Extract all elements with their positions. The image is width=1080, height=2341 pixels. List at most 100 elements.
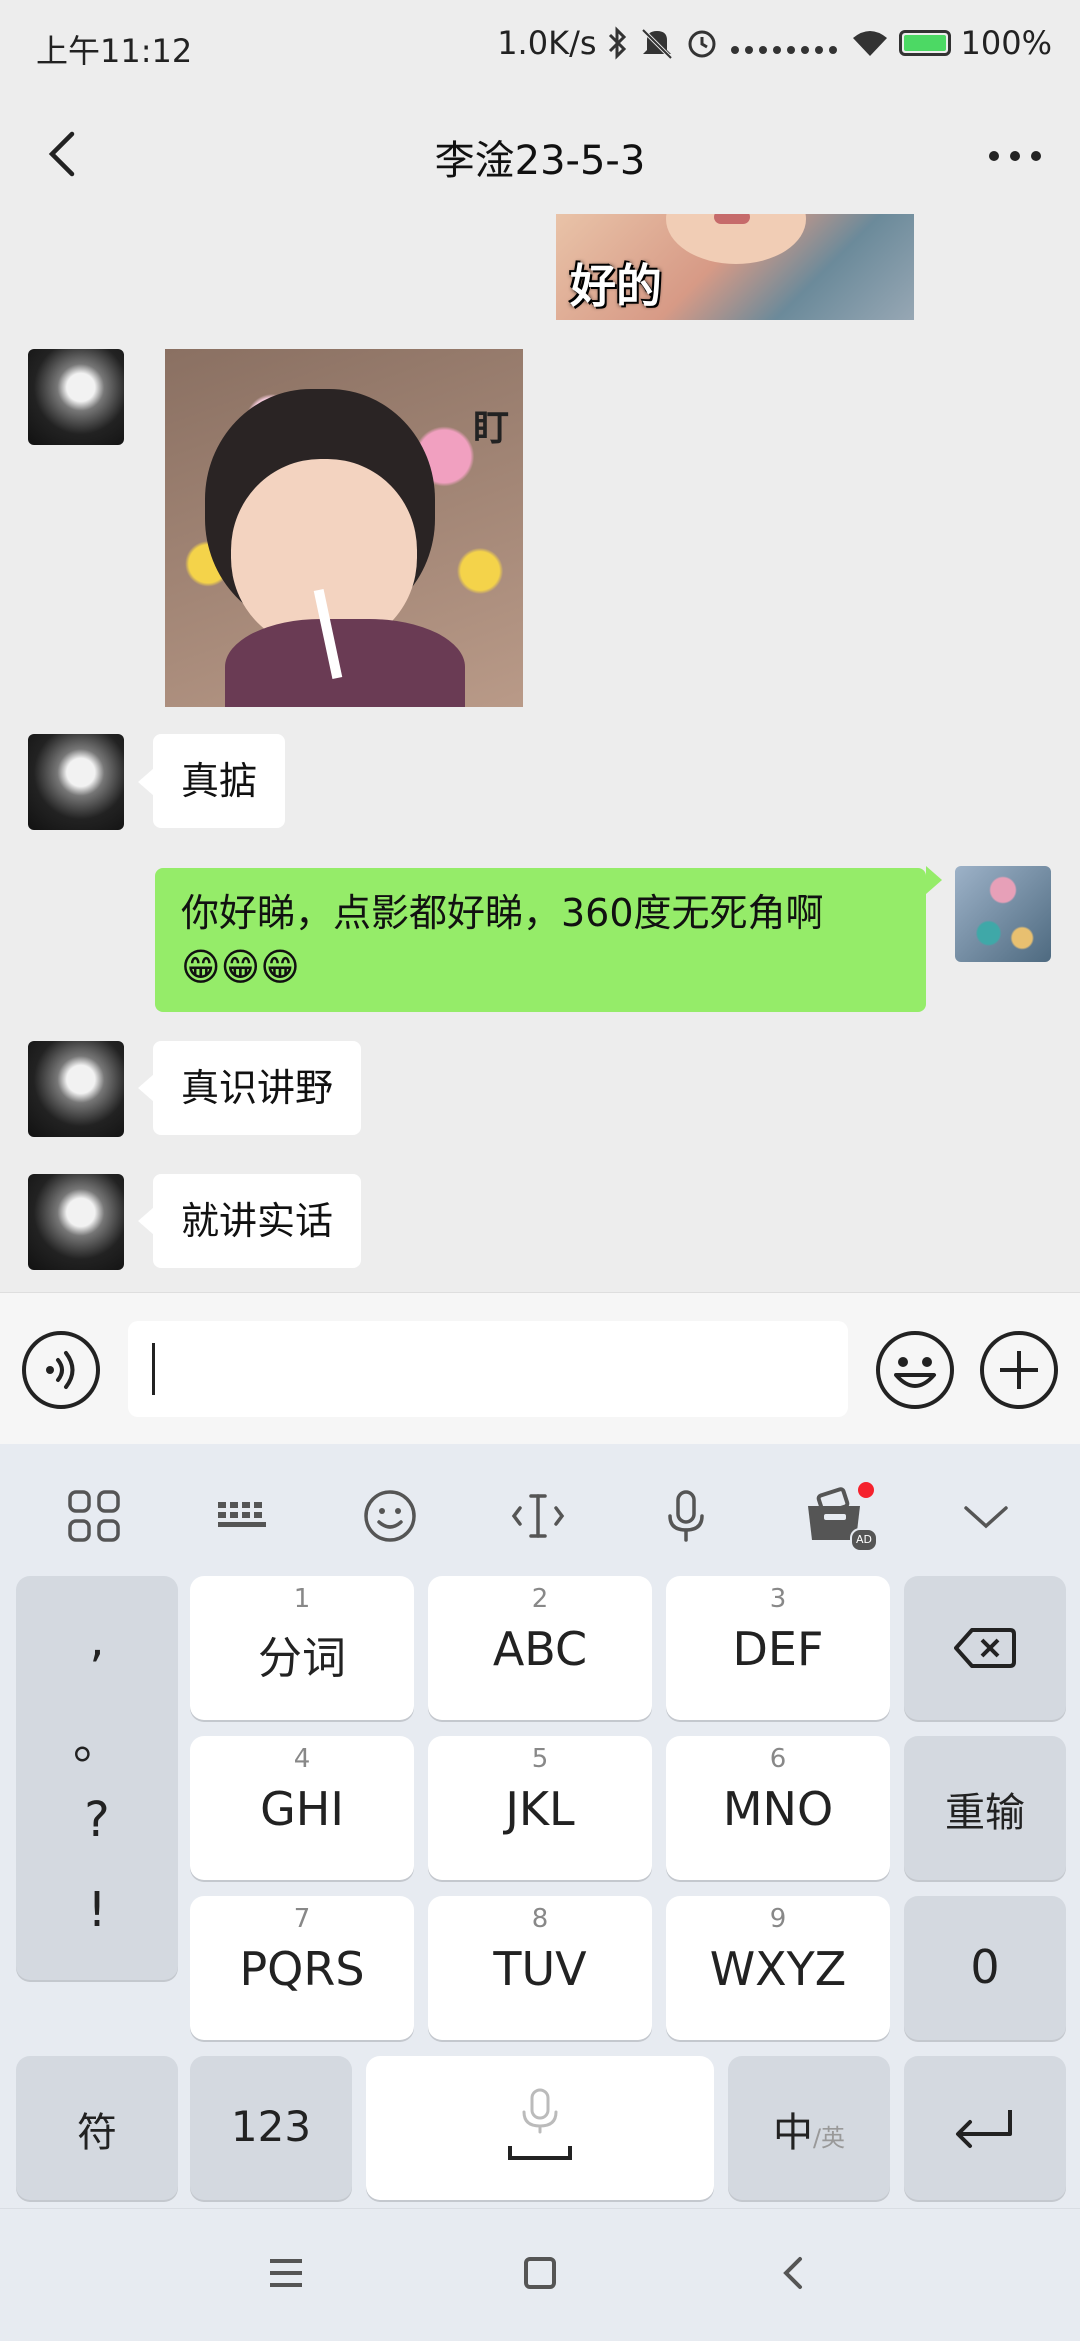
key-5[interactable]: 5 JKL [428,1736,652,1880]
alarm-icon [688,30,716,58]
key-7[interactable]: 7 PQRS [190,1896,414,2040]
key-0[interactable]: 0 [904,1896,1066,2040]
emoji-icon[interactable] [874,1329,956,1411]
bubble-tail [926,866,942,894]
nav-bar [0,2208,1080,2341]
key-1[interactable]: 1 分词 [190,1576,414,1720]
key-label: 重输 [945,1790,1025,1836]
key-label: 中/英 [728,2100,890,2158]
language-switch-key[interactable]: 中/英 [728,2056,890,2200]
key-label: ABC [492,1622,588,1676]
enter-key[interactable] [904,2056,1066,2200]
bluetooth-icon [608,26,626,60]
message-emoji: 😁😁😁 [181,945,300,989]
key-8[interactable]: 8 TUV [428,1896,652,2040]
key-2[interactable]: 2 ABC [428,1576,652,1720]
chat-header: 李淦23-5-3 [0,96,1080,214]
cursor-icon[interactable] [506,1484,570,1548]
key-label: 分词 [258,1633,346,1684]
numbers-key[interactable]: 123 [190,2056,352,2200]
key-number: 8 [531,1904,549,1934]
status-time: 上午11:12 [36,32,193,70]
key-9[interactable]: 9 WXYZ [666,1896,890,2040]
key-label: 123 [230,2102,312,2151]
punctuation-column[interactable]: , 。 ? ! [16,1576,178,1980]
ad-badge: AD [850,1528,878,1552]
key-label: GHI [260,1782,344,1836]
reenter-key[interactable]: 重输 [904,1736,1066,1880]
battery-icon [898,30,951,56]
space-key[interactable] [366,2056,714,2200]
key-6[interactable]: 6 MNO [666,1736,890,1880]
text-message[interactable]: 你好睇，点影都好睇，360度无死角啊 😁😁😁 [155,868,926,1012]
key-number: 9 [769,1904,787,1934]
sticker-message[interactable]: 盯 [165,349,523,707]
status-bar: 上午11:12 1.0K/s 100% [0,0,1080,96]
enter-icon [956,2110,1012,2148]
text-message[interactable]: 真识讲野 [153,1041,362,1135]
key-3[interactable]: 3 DEF [666,1576,890,1720]
microphone-icon[interactable] [654,1484,718,1548]
input-bar [0,1292,1080,1445]
back-icon[interactable] [776,2255,812,2291]
key-label: 0 [970,1940,1000,1994]
key-label: WXYZ [709,1942,847,1996]
key-label: TUV [493,1942,587,1996]
key-comma[interactable]: , [16,1612,178,1668]
emoji-face-icon[interactable] [358,1484,422,1548]
avatar[interactable] [28,734,124,830]
sticker-message[interactable]: 好的 [556,214,914,320]
avatar[interactable] [28,349,124,445]
message-text: 你好睇，点影都好睇，360度无死角啊 [181,891,824,935]
sticker-caption: 盯 [473,408,510,449]
key-label: PQRS [239,1942,365,1996]
bubble-tail [138,1207,154,1235]
key-number: 5 [531,1744,549,1774]
key-label: DEF [732,1622,824,1676]
key-4[interactable]: 4 GHI [190,1736,414,1880]
avatar[interactable] [28,1174,124,1270]
notification-dot [858,1482,874,1498]
chat-area: 好的 盯 真掂 你好睇，点影都好睇，360度无死角啊 😁😁😁 真识讲野 就讲实话 [0,214,1080,1292]
key-number: 3 [769,1584,787,1614]
mute-icon [641,28,672,60]
backspace-key[interactable] [904,1576,1066,1720]
key-number: 6 [769,1744,787,1774]
key-question[interactable]: ? [16,1792,178,1848]
key-label: MNO [722,1782,834,1836]
space-mic-icon [508,2088,572,2160]
keyboard: AD , 。 ? ! 1 分词 2 ABC 3 DEF 4 GHI 5 JKL … [0,1444,1080,2340]
key-number: 7 [293,1904,311,1934]
lang-main: 中 [772,2110,813,2156]
avatar[interactable] [28,1041,124,1137]
bubble-tail [138,768,154,796]
lang-sub: /英 [812,2124,846,2152]
text-message[interactable]: 就讲实话 [153,1174,362,1268]
chat-title: 李淦23-5-3 [434,138,646,184]
key-number: 1 [293,1584,311,1614]
menu-icon[interactable] [268,2255,304,2291]
collapse-chevron-icon[interactable] [954,1484,1018,1548]
key-exclamation[interactable]: ! [16,1882,178,1938]
key-period[interactable]: 。 [16,1702,178,1772]
status-icons: 1.0K/s 100% [497,24,1052,62]
my-avatar[interactable] [955,866,1051,962]
voice-icon[interactable] [20,1329,102,1411]
message-input[interactable] [128,1321,848,1417]
toolbox-button[interactable]: AD [800,1480,878,1552]
home-square-icon[interactable] [522,2255,558,2291]
apps-grid-icon[interactable] [62,1484,126,1548]
text-message[interactable]: 真掂 [153,734,286,828]
plus-icon[interactable] [978,1329,1060,1411]
backspace-icon [954,1628,1016,1668]
more-dots-icon[interactable] [980,126,1050,186]
key-number: 4 [293,1744,311,1774]
symbols-key[interactable]: 符 [16,2056,178,2200]
keyboard-icon[interactable] [210,1484,274,1548]
text-caret [152,1343,155,1395]
wifi-icon [852,31,887,56]
key-label: 符 [77,2110,117,2156]
key-label: JKL [505,1782,575,1836]
signal-dots-icon [730,46,837,54]
network-speed: 1.0K/s [497,24,597,62]
